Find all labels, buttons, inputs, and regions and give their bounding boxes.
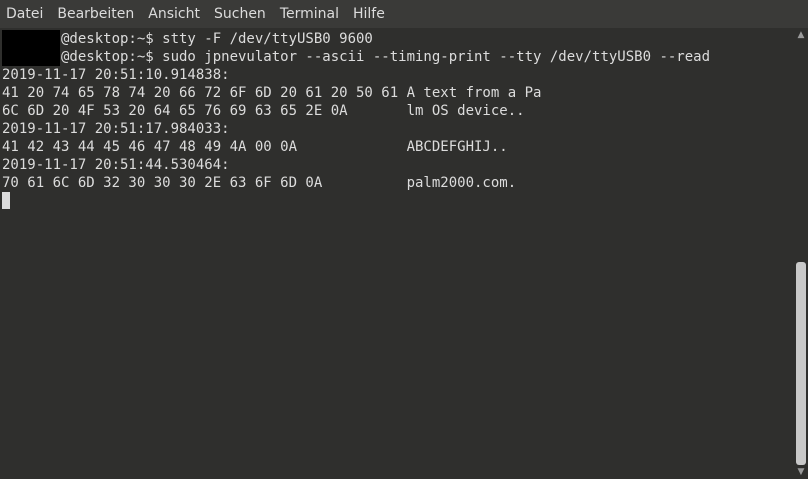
terminal-output[interactable]: @desktop:~$ stty -F /dev/ttyUSB0 9600 @d… (0, 28, 794, 479)
menubar: Datei Bearbeiten Ansicht Suchen Terminal… (0, 0, 808, 28)
chevron-down-icon[interactable]: ▼ (794, 465, 808, 479)
terminal-line: 2019-11-17 20:51:44.530464: (2, 157, 230, 173)
terminal-text: @desktop:~$ stty -F /dev/ttyUSB0 9600 @d… (2, 30, 710, 210)
terminal-line: 41 42 43 44 45 46 47 48 49 4A 00 0A ABCD… (2, 139, 508, 155)
text-cursor (2, 192, 10, 209)
menu-bearbeiten[interactable]: Bearbeiten (50, 6, 141, 22)
terminal-line: 70 61 6C 6D 32 30 30 30 2E 63 6F 6D 0A p… (2, 175, 517, 191)
menu-suchen[interactable]: Suchen (207, 6, 273, 22)
scrollbar-thumb[interactable] (796, 262, 806, 465)
scrollbar-track[interactable] (796, 42, 806, 465)
menu-hilfe[interactable]: Hilfe (346, 6, 392, 22)
menu-terminal[interactable]: Terminal (273, 6, 346, 22)
vertical-scrollbar[interactable]: ▲ ▼ (794, 28, 808, 479)
redacted-username (2, 30, 60, 66)
terminal-line: 6C 6D 20 4F 53 20 64 65 76 69 63 65 2E 0… (2, 103, 525, 119)
terminal-line: 2019-11-17 20:51:10.914838: (2, 67, 230, 83)
menu-datei[interactable]: Datei (0, 6, 50, 22)
prompt-block: @desktop:~$ stty -F /dev/ttyUSB0 9600 @d… (2, 30, 710, 66)
terminal-line: 2019-11-17 20:51:17.984033: (2, 121, 230, 137)
menu-ansicht[interactable]: Ansicht (141, 6, 207, 22)
terminal-line: 41 20 74 65 78 74 20 66 72 6F 6D 20 61 2… (2, 85, 542, 101)
cursor-line (2, 192, 710, 210)
terminal-line: @desktop:~$ sudo jpnevulator --ascii --t… (2, 49, 711, 65)
chevron-up-icon[interactable]: ▲ (794, 28, 808, 42)
terminal-line: @desktop:~$ stty -F /dev/ttyUSB0 9600 (2, 31, 373, 47)
